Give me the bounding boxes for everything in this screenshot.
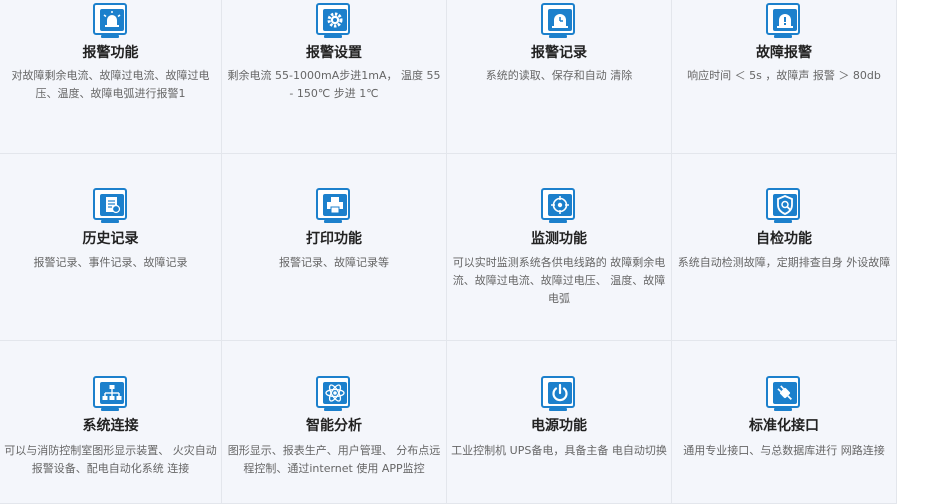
feature-card: 标准化接口 通用专业接口、与总数据库进行 网路连接	[672, 341, 897, 504]
feature-card: 报警记录 系统的读取、保存和自动 清除	[447, 0, 672, 154]
shield-search-icon	[765, 187, 803, 225]
target-icon	[540, 187, 578, 225]
feature-grid: 报警功能 对故障剩余电流、故障过电流、故障过电压、温度、故障电弧进行报警1 报警…	[0, 0, 897, 504]
feature-title: 标准化接口	[749, 418, 819, 434]
plug-icon	[765, 375, 803, 413]
feature-card: 智能分析 图形显示、报表生产、用户管理、 分布点远程控制、通过internet …	[222, 341, 447, 504]
feature-title: 报警功能	[82, 45, 139, 61]
gear-icon	[315, 2, 353, 40]
feature-card: 故障报警 响应时间 ＜ 5s ，故障声 报警 ＞ 80db	[672, 0, 897, 154]
feature-title: 电源功能	[531, 418, 587, 434]
feature-desc: 可以与消防控制室图形显示装置、 火灾自动报警设备、配电自动化系统 连接	[4, 444, 217, 475]
feature-desc: 报警记录、故障记录等	[279, 256, 389, 269]
network-icon	[92, 375, 130, 413]
feature-desc: 系统的读取、保存和自动 清除	[485, 69, 633, 82]
feature-desc: 对故障剩余电流、故障过电流、故障过电压、温度、故障电弧进行报警1	[11, 69, 210, 100]
feature-card: 监测功能 可以实时监测系统各供电线路的 故障剩余电流、故障过电流、故障过电压、 …	[447, 154, 672, 341]
feature-title: 监测功能	[531, 231, 587, 247]
feature-card: 历史记录 报警记录、事件记录、故障记录	[0, 154, 222, 341]
feature-desc: 工业控制机 UPS备电，具备主备 电自动切换	[451, 444, 667, 457]
power-icon	[540, 375, 578, 413]
feature-card: 自检功能 系统自动检测故障，定期排查自身 外设故障	[672, 154, 897, 341]
printer-icon	[315, 187, 353, 225]
feature-desc: 响应时间 ＜ 5s ，故障声 报警 ＞ 80db	[687, 69, 881, 82]
feature-title: 智能分析	[306, 418, 362, 434]
alarm-light-icon	[92, 2, 130, 40]
feature-desc: 可以实时监测系统各供电线路的 故障剩余电流、故障过电流、故障过电压、 温度、故障…	[452, 256, 666, 305]
feature-title: 故障报警	[756, 45, 812, 61]
feature-card: 电源功能 工业控制机 UPS备电，具备主备 电自动切换	[447, 341, 672, 504]
feature-title: 打印功能	[306, 231, 362, 247]
feature-title: 历史记录	[82, 231, 139, 247]
feature-desc: 图形显示、报表生产、用户管理、 分布点远程控制、通过internet 使用 AP…	[227, 444, 441, 475]
history-record-icon	[92, 187, 130, 225]
alarm-clock-icon	[540, 2, 578, 40]
feature-card: 报警功能 对故障剩余电流、故障过电流、故障过电压、温度、故障电弧进行报警1	[0, 0, 222, 154]
feature-desc: 剩余电流 55-1000mA步进1mA， 温度 55 - 150℃ 步进 1℃	[227, 69, 441, 100]
feature-title: 报警设置	[306, 45, 362, 61]
warning-light-icon	[765, 2, 803, 40]
feature-title: 自检功能	[756, 231, 812, 247]
feature-desc: 通用专业接口、与总数据库进行 网路连接	[683, 444, 885, 457]
feature-desc: 报警记录、事件记录、故障记录	[33, 256, 188, 269]
feature-card: 打印功能 报警记录、故障记录等	[222, 154, 447, 341]
feature-title: 报警记录	[531, 45, 587, 61]
feature-card: 系统连接 可以与消防控制室图形显示装置、 火灾自动报警设备、配电自动化系统 连接	[0, 341, 222, 504]
feature-desc: 系统自动检测故障，定期排查自身 外设故障	[677, 256, 891, 269]
feature-title: 系统连接	[82, 418, 139, 434]
atom-icon	[315, 375, 353, 413]
feature-card: 报警设置 剩余电流 55-1000mA步进1mA， 温度 55 - 150℃ 步…	[222, 0, 447, 154]
